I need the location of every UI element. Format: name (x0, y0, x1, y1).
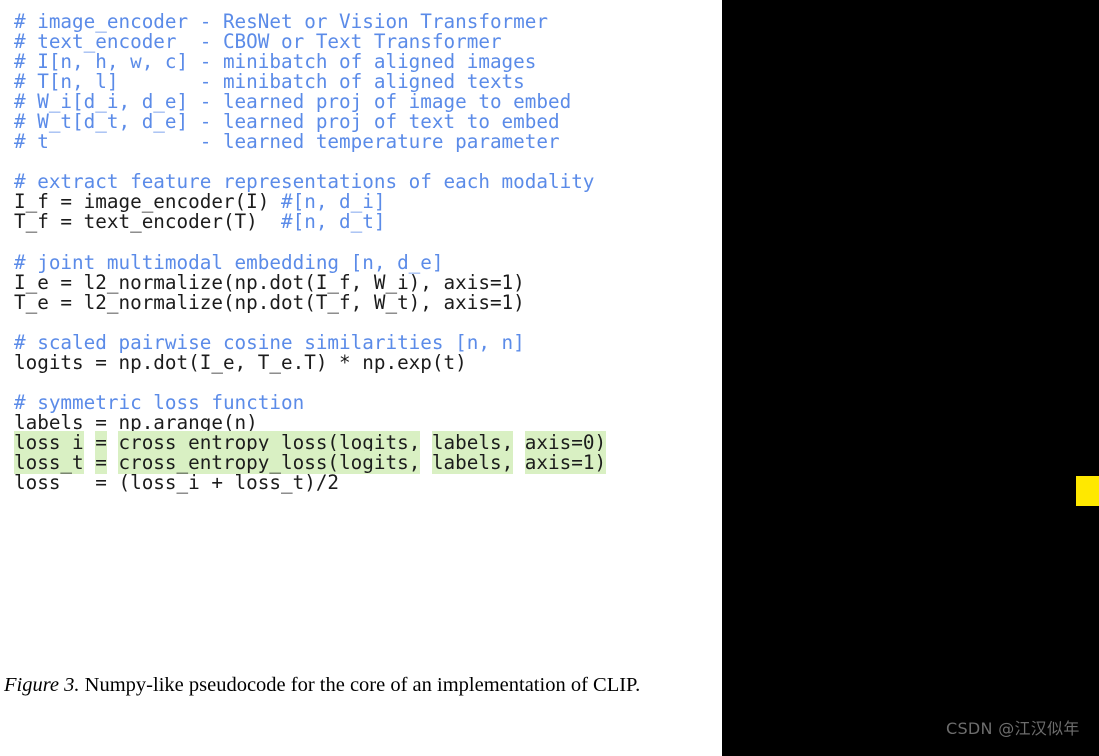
code-line: T_e = l2_normalize(np.dot(T_f, W_t), axi… (14, 290, 714, 314)
code-line: # W_t[d_t, d_e] - learned proj of text t… (14, 112, 714, 132)
code-text: logits = np.dot(I_e, T_e.T) * np.exp(t) (14, 350, 467, 374)
code-line (14, 152, 714, 172)
code-line: # joint multimodal embedding [n, d_e] (14, 252, 714, 273)
code-text: loss = (loss_i + loss_t)/2 (14, 471, 340, 495)
yellow-marker-block (1076, 476, 1099, 506)
code-text: T_e = l2_normalize(np.dot(T_f, W_t), axi… (14, 290, 525, 314)
code-line: loss_t = cross_entropy_loss(logits, labe… (14, 451, 714, 475)
csdn-watermark: CSDN @江汉似年 (946, 719, 1080, 738)
code-line: # T[n, l] - minibatch of aligned texts (14, 72, 714, 92)
code-text: T_f = text_encoder(T) (14, 210, 281, 234)
code-comment: # t - learned temperature parameter (14, 130, 560, 154)
code-line: # image_encoder - ResNet or Vision Trans… (14, 11, 714, 32)
code-line: # symmetric loss function (14, 392, 714, 413)
code-line (14, 233, 714, 253)
code-line: loss = (loss_i + loss_t)/2 (14, 473, 714, 493)
code-line: T_f = text_encoder(T) #[n, d_t] (14, 212, 714, 232)
code-line: # I[n, h, w, c] - minibatch of aligned i… (14, 52, 714, 72)
code-line (14, 373, 714, 393)
right-black-panel (722, 0, 1099, 756)
code-line: I_f = image_encoder(I) #[n, d_i] (14, 192, 714, 212)
code-line: logits = np.dot(I_e, T_e.T) * np.exp(t) (14, 350, 714, 374)
figure-number: Figure 3. (4, 674, 80, 696)
code-line: labels = np.arange(n) (14, 412, 714, 433)
code-line: loss_i = cross_entropy_loss(logits, labe… (14, 430, 714, 454)
code-line: # scaled pairwise cosine similarities [n… (14, 332, 714, 353)
code-highlighted: axis=1) (524, 451, 607, 475)
code-line: # text_encoder - CBOW or Text Transforme… (14, 32, 714, 52)
pseudocode-block: # image_encoder - ResNet or Vision Trans… (14, 11, 714, 493)
code-line: # t - learned temperature parameter (14, 132, 714, 152)
code-highlighted: labels, (431, 451, 514, 475)
figure-caption-text: Numpy-like pseudocode for the core of an… (79, 674, 641, 696)
code-line: I_e = l2_normalize(np.dot(I_f, W_i), axi… (14, 272, 714, 293)
code-line: # extract feature representations of eac… (14, 172, 714, 192)
figure-caption: Figure 3. Numpy-like pseudocode for the … (4, 671, 716, 699)
code-line: # W_i[d_i, d_e] - learned proj of image … (14, 92, 714, 112)
code-line (14, 313, 714, 333)
figure-screenshot: # image_encoder - ResNet or Vision Trans… (0, 0, 1099, 756)
code-comment: #[n, d_t] (281, 210, 386, 234)
